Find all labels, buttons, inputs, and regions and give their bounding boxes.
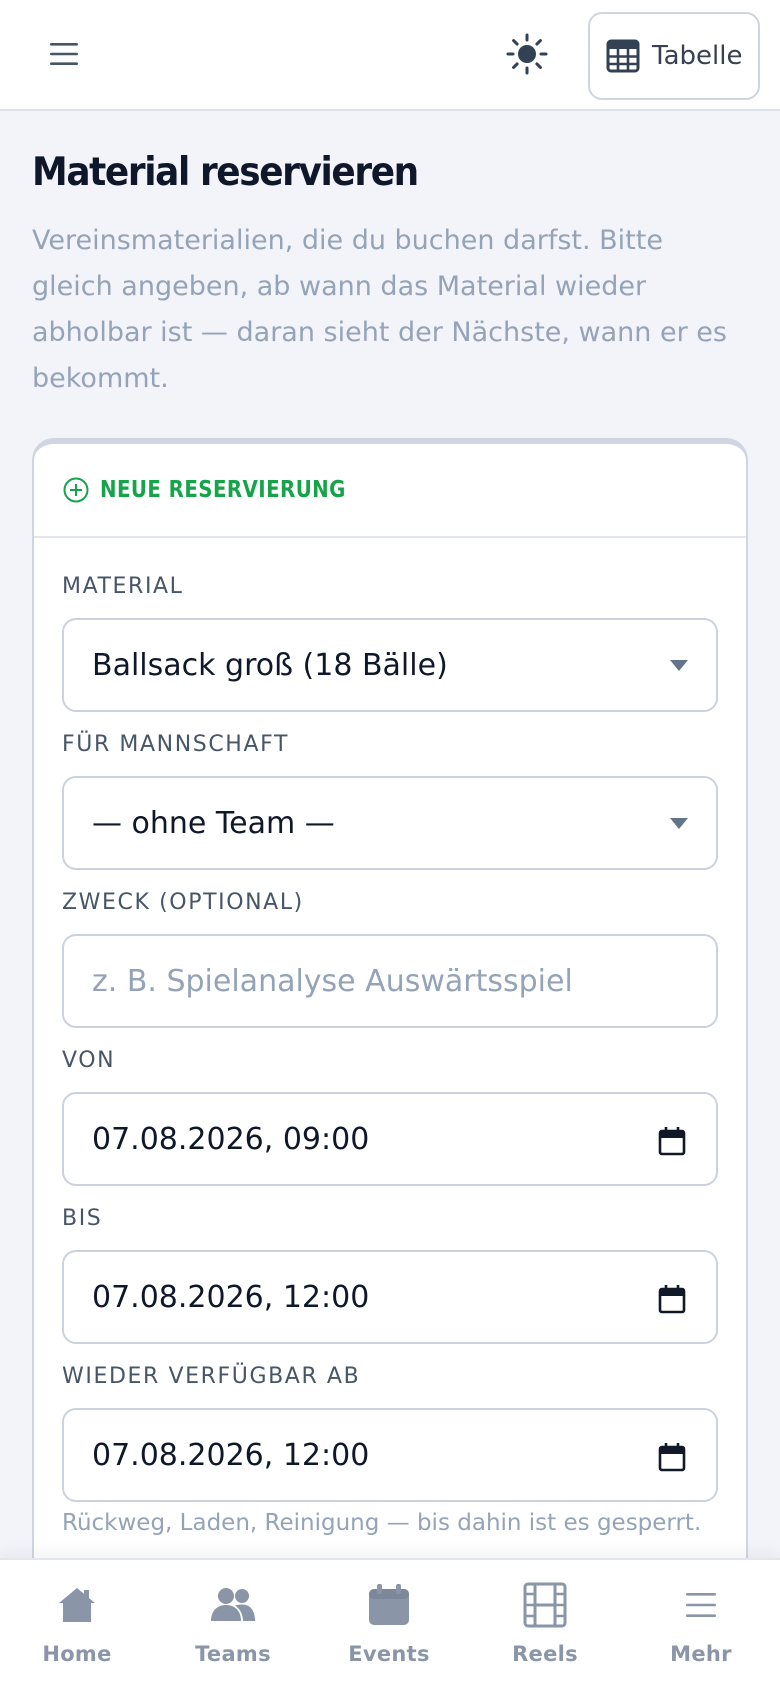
material-label: MATERIAL (62, 574, 184, 599)
nav-item-reels[interactable]: Reels (470, 1580, 620, 1680)
available-label: WIEDER VERFÜGBAR AB (62, 1364, 361, 1389)
from-datetime-input[interactable]: 07.08.2026, 09:00 (62, 1092, 718, 1186)
material-select-value: Ballsack groß (18 Bälle) (92, 647, 448, 683)
from-label: VON (62, 1048, 116, 1073)
to-datetime-value: 07.08.2026, 12:00 (92, 1279, 370, 1315)
nav-item-teams[interactable]: Teams (158, 1580, 308, 1680)
nav-item-home[interactable]: Home (2, 1580, 152, 1680)
top-bar: Tabelle (0, 0, 780, 111)
calendar-picker-icon[interactable] (658, 1442, 686, 1472)
material-select[interactable]: Ballsack groß (18 Bälle) (62, 618, 718, 712)
table-view-button[interactable]: Tabelle (588, 12, 760, 100)
hamburger-menu-icon (50, 43, 78, 65)
nav-label-teams: Teams (195, 1642, 271, 1666)
chevron-down-icon (670, 660, 688, 671)
available-datetime-value: 07.08.2026, 12:00 (92, 1437, 370, 1473)
calendar-picker-icon[interactable] (658, 1126, 686, 1156)
available-hint: Rückweg, Laden, Reinigung — bis dahin is… (62, 1510, 702, 1536)
nav-label-events: Events (348, 1642, 430, 1666)
calendar-icon (369, 1584, 409, 1625)
table-grid-icon (606, 39, 640, 73)
bottom-navigation: Home Teams Events Reels Mehr (0, 1558, 780, 1688)
purpose-label: ZWECK (OPTIONAL) (62, 890, 304, 915)
card-header: NEUE RESERVIERUNG (34, 444, 746, 538)
nav-label-home: Home (42, 1642, 112, 1666)
to-datetime-input[interactable]: 07.08.2026, 12:00 (62, 1250, 718, 1344)
home-icon (59, 1588, 95, 1622)
to-label: BIS (62, 1206, 103, 1231)
from-datetime-value: 07.08.2026, 09:00 (92, 1121, 370, 1157)
film-icon (523, 1582, 567, 1628)
purpose-input[interactable]: z. B. Spielanalyse Auswärtsspiel (62, 934, 718, 1028)
page-description: Vereinsmaterialien, die du buchen darfst… (32, 225, 727, 394)
reservation-card: NEUE RESERVIERUNG MATERIAL Ballsack groß… (32, 438, 748, 1688)
purpose-placeholder: z. B. Spielanalyse Auswärtsspiel (92, 963, 573, 999)
nav-label-reels: Reels (512, 1642, 578, 1666)
calendar-picker-icon[interactable] (658, 1284, 686, 1314)
available-datetime-input[interactable]: 07.08.2026, 12:00 (62, 1408, 718, 1502)
menu-icon (686, 1593, 716, 1617)
team-label: FÜR MANNSCHAFT (62, 732, 290, 757)
menu-button[interactable] (40, 30, 88, 78)
nav-item-events[interactable]: Events (314, 1580, 464, 1680)
team-select-value: — ohne Team — (92, 805, 335, 841)
team-select[interactable]: — ohne Team — (62, 776, 718, 870)
card-header-title: NEUE RESERVIERUNG (100, 477, 346, 503)
table-button-label: Tabelle (652, 41, 743, 71)
theme-toggle-button[interactable] (503, 30, 551, 78)
nav-label-more: Mehr (670, 1642, 732, 1666)
page-title: Material reservieren (32, 150, 419, 195)
nav-item-more[interactable]: Mehr (626, 1580, 776, 1680)
users-icon (211, 1588, 255, 1621)
sun-icon (506, 33, 548, 75)
plus-circle-icon (63, 477, 89, 503)
chevron-down-icon (670, 818, 688, 829)
